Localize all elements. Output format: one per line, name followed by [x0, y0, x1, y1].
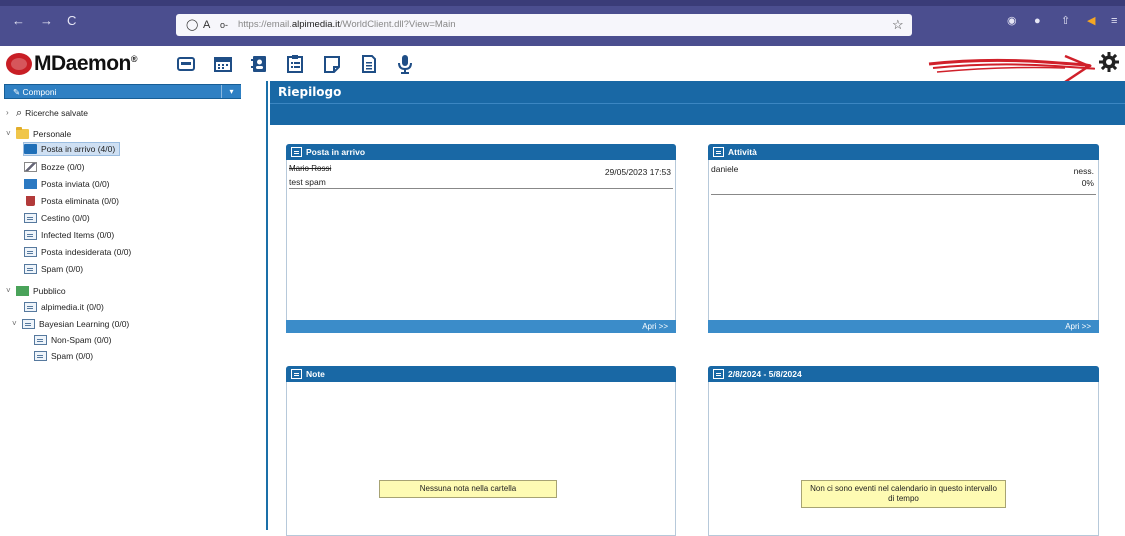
task-due: ness. [1073, 166, 1094, 176]
folder-public[interactable]: ˅ Pubblico [6, 284, 66, 298]
folder-alpimedia[interactable]: alpimedia.it (0/0) [24, 300, 104, 314]
tasks-panel-header: Attività [708, 144, 1099, 160]
browser-tab-strip [0, 0, 1125, 6]
calendar-panel-header: 2/8/2024 - 5/8/2024 [708, 366, 1099, 382]
folder-non-spam[interactable]: Non-Spam (0/0) [34, 333, 111, 347]
summary-content: Posta in arrivo Mario Rossi 29/05/2023 1… [270, 125, 1125, 536]
compose-button[interactable]: ✎ Componi ▾ [4, 84, 241, 99]
trash-icon [26, 196, 35, 206]
folder-generic-icon [34, 335, 47, 345]
share-icon[interactable]: ⇧ [1061, 14, 1070, 28]
mail-date: 29/05/2023 17:53 [604, 167, 671, 177]
task-name: daniele [711, 164, 739, 174]
summary-subbar [270, 103, 1125, 125]
mail-subject: test spam [289, 177, 326, 187]
inbox-panel-header: Posta in arrivo [286, 144, 676, 160]
saved-searches-item[interactable]: › ⌕ Ricerche salvate [6, 106, 88, 120]
notes-icon [291, 369, 302, 379]
inbox-panel-footer: Apri >> [286, 320, 676, 333]
open-inbox-link[interactable]: Apri >> [642, 321, 668, 332]
folder-pane: ✎ Componi ▾ › ⌕ Ricerche salvate ˅ Perso… [0, 81, 268, 530]
notes-icon[interactable] [323, 54, 341, 74]
summary-header: Riepilogo [270, 81, 1125, 103]
addon-icon[interactable]: ◀ [1087, 14, 1095, 28]
page-title: Riepilogo [278, 85, 342, 99]
chevron-right-icon[interactable]: › [6, 106, 16, 120]
tasks-panel: Attività daniele ness. 0% Apri >> [708, 144, 1099, 333]
folder-generic-icon [24, 264, 37, 274]
notes-empty-message: Nessuna nota nella cartella [379, 480, 557, 498]
folder-icon [16, 127, 29, 139]
chevron-down-icon[interactable]: ˅ [6, 127, 16, 141]
folder-generic-icon [22, 319, 35, 329]
browser-toolbar: ← → C ◯ A o- https://email.alpimedia.it/… [0, 0, 1125, 46]
extension-icon[interactable]: ● [1034, 14, 1041, 28]
back-icon[interactable]: ← [12, 13, 25, 29]
folder-drafts[interactable]: Bozze (0/0) [24, 160, 84, 174]
chevron-down-icon[interactable]: ˅ [12, 317, 22, 331]
tasks-icon[interactable] [286, 54, 304, 74]
mail-row[interactable]: Mario Rossi 29/05/2023 17:53 test spam [289, 163, 673, 189]
search-icon: ⌕ [16, 107, 23, 119]
folder-sent[interactable]: Posta inviata (0/0) [24, 177, 110, 191]
forward-icon[interactable]: → [40, 13, 53, 29]
mail-sender: Mario Rossi [289, 164, 332, 173]
folder-personal[interactable]: ˅ Personale [6, 127, 71, 141]
key-icon[interactable]: o- [220, 18, 228, 32]
mail-icon [291, 147, 302, 157]
task-percent: 0% [1081, 178, 1094, 188]
calendar-icon[interactable] [214, 54, 232, 74]
microphone-icon[interactable] [396, 54, 414, 74]
sent-icon [24, 179, 37, 189]
tasks-panel-footer: Apri >> [708, 320, 1099, 333]
inbox-panel: Posta in arrivo Mario Rossi 29/05/2023 1… [286, 144, 676, 333]
gear-icon[interactable] [1098, 51, 1120, 73]
mdaemon-logo: MDaemon® [6, 52, 138, 76]
shield-icon[interactable]: ◯ [186, 18, 198, 32]
folder-generic-icon [24, 213, 37, 223]
folder-bayesian[interactable]: ˅ Bayesian Learning (0/0) [12, 317, 129, 331]
tasks-icon [713, 147, 724, 157]
calendar-icon [713, 369, 724, 379]
compose-dropdown[interactable]: ▾ [221, 85, 241, 98]
url-text[interactable]: https://email.alpimedia.it/WorldClient.d… [238, 19, 455, 31]
reload-icon[interactable]: C [67, 13, 76, 29]
calendar-empty-message: Non ci sono eventi nel calendario in que… [801, 480, 1006, 508]
folder-generic-icon [24, 302, 37, 312]
open-tasks-link[interactable]: Apri >> [1065, 321, 1091, 332]
folder-infected[interactable]: Infected Items (0/0) [24, 228, 114, 242]
chevron-down-icon[interactable]: ˅ [6, 284, 16, 298]
calendar-panel: 2/8/2024 - 5/8/2024 Non ci sono eventi n… [708, 366, 1099, 536]
notes-panel: Note Nessuna nota nella cartella [286, 366, 676, 536]
folder-generic-icon [24, 230, 37, 240]
documents-icon[interactable] [360, 54, 378, 74]
folder-junk[interactable]: Posta indesiderata (0/0) [24, 245, 131, 259]
contacts-icon[interactable] [250, 54, 268, 74]
public-folder-icon [16, 286, 29, 296]
notes-panel-header: Note [286, 366, 676, 382]
inbox-icon [24, 144, 37, 154]
task-row[interactable]: daniele ness. 0% [711, 163, 1096, 195]
menu-icon[interactable]: ≡ [1111, 14, 1117, 28]
folder-trash[interactable]: Cestino (0/0) [24, 211, 90, 225]
address-bar[interactable]: ◯ A o- https://email.alpimedia.it/WorldC… [176, 14, 912, 36]
mail-icon[interactable] [177, 54, 195, 74]
logo-mark-icon [6, 53, 32, 75]
drafts-icon [24, 162, 37, 172]
folder-deleted[interactable]: Posta eliminata (0/0) [24, 194, 119, 208]
lock-icon[interactable]: A [203, 18, 210, 32]
folder-generic-icon [24, 247, 37, 257]
pocket-icon[interactable]: ◉ [1007, 14, 1017, 28]
bookmark-star-icon[interactable]: ☆ [892, 17, 904, 32]
folder-generic-icon [34, 351, 47, 361]
folder-bayesian-spam[interactable]: Spam (0/0) [34, 349, 93, 363]
folder-spam[interactable]: Spam (0/0) [24, 262, 83, 276]
folder-inbox[interactable]: Posta in arrivo (4/0) [23, 142, 121, 156]
